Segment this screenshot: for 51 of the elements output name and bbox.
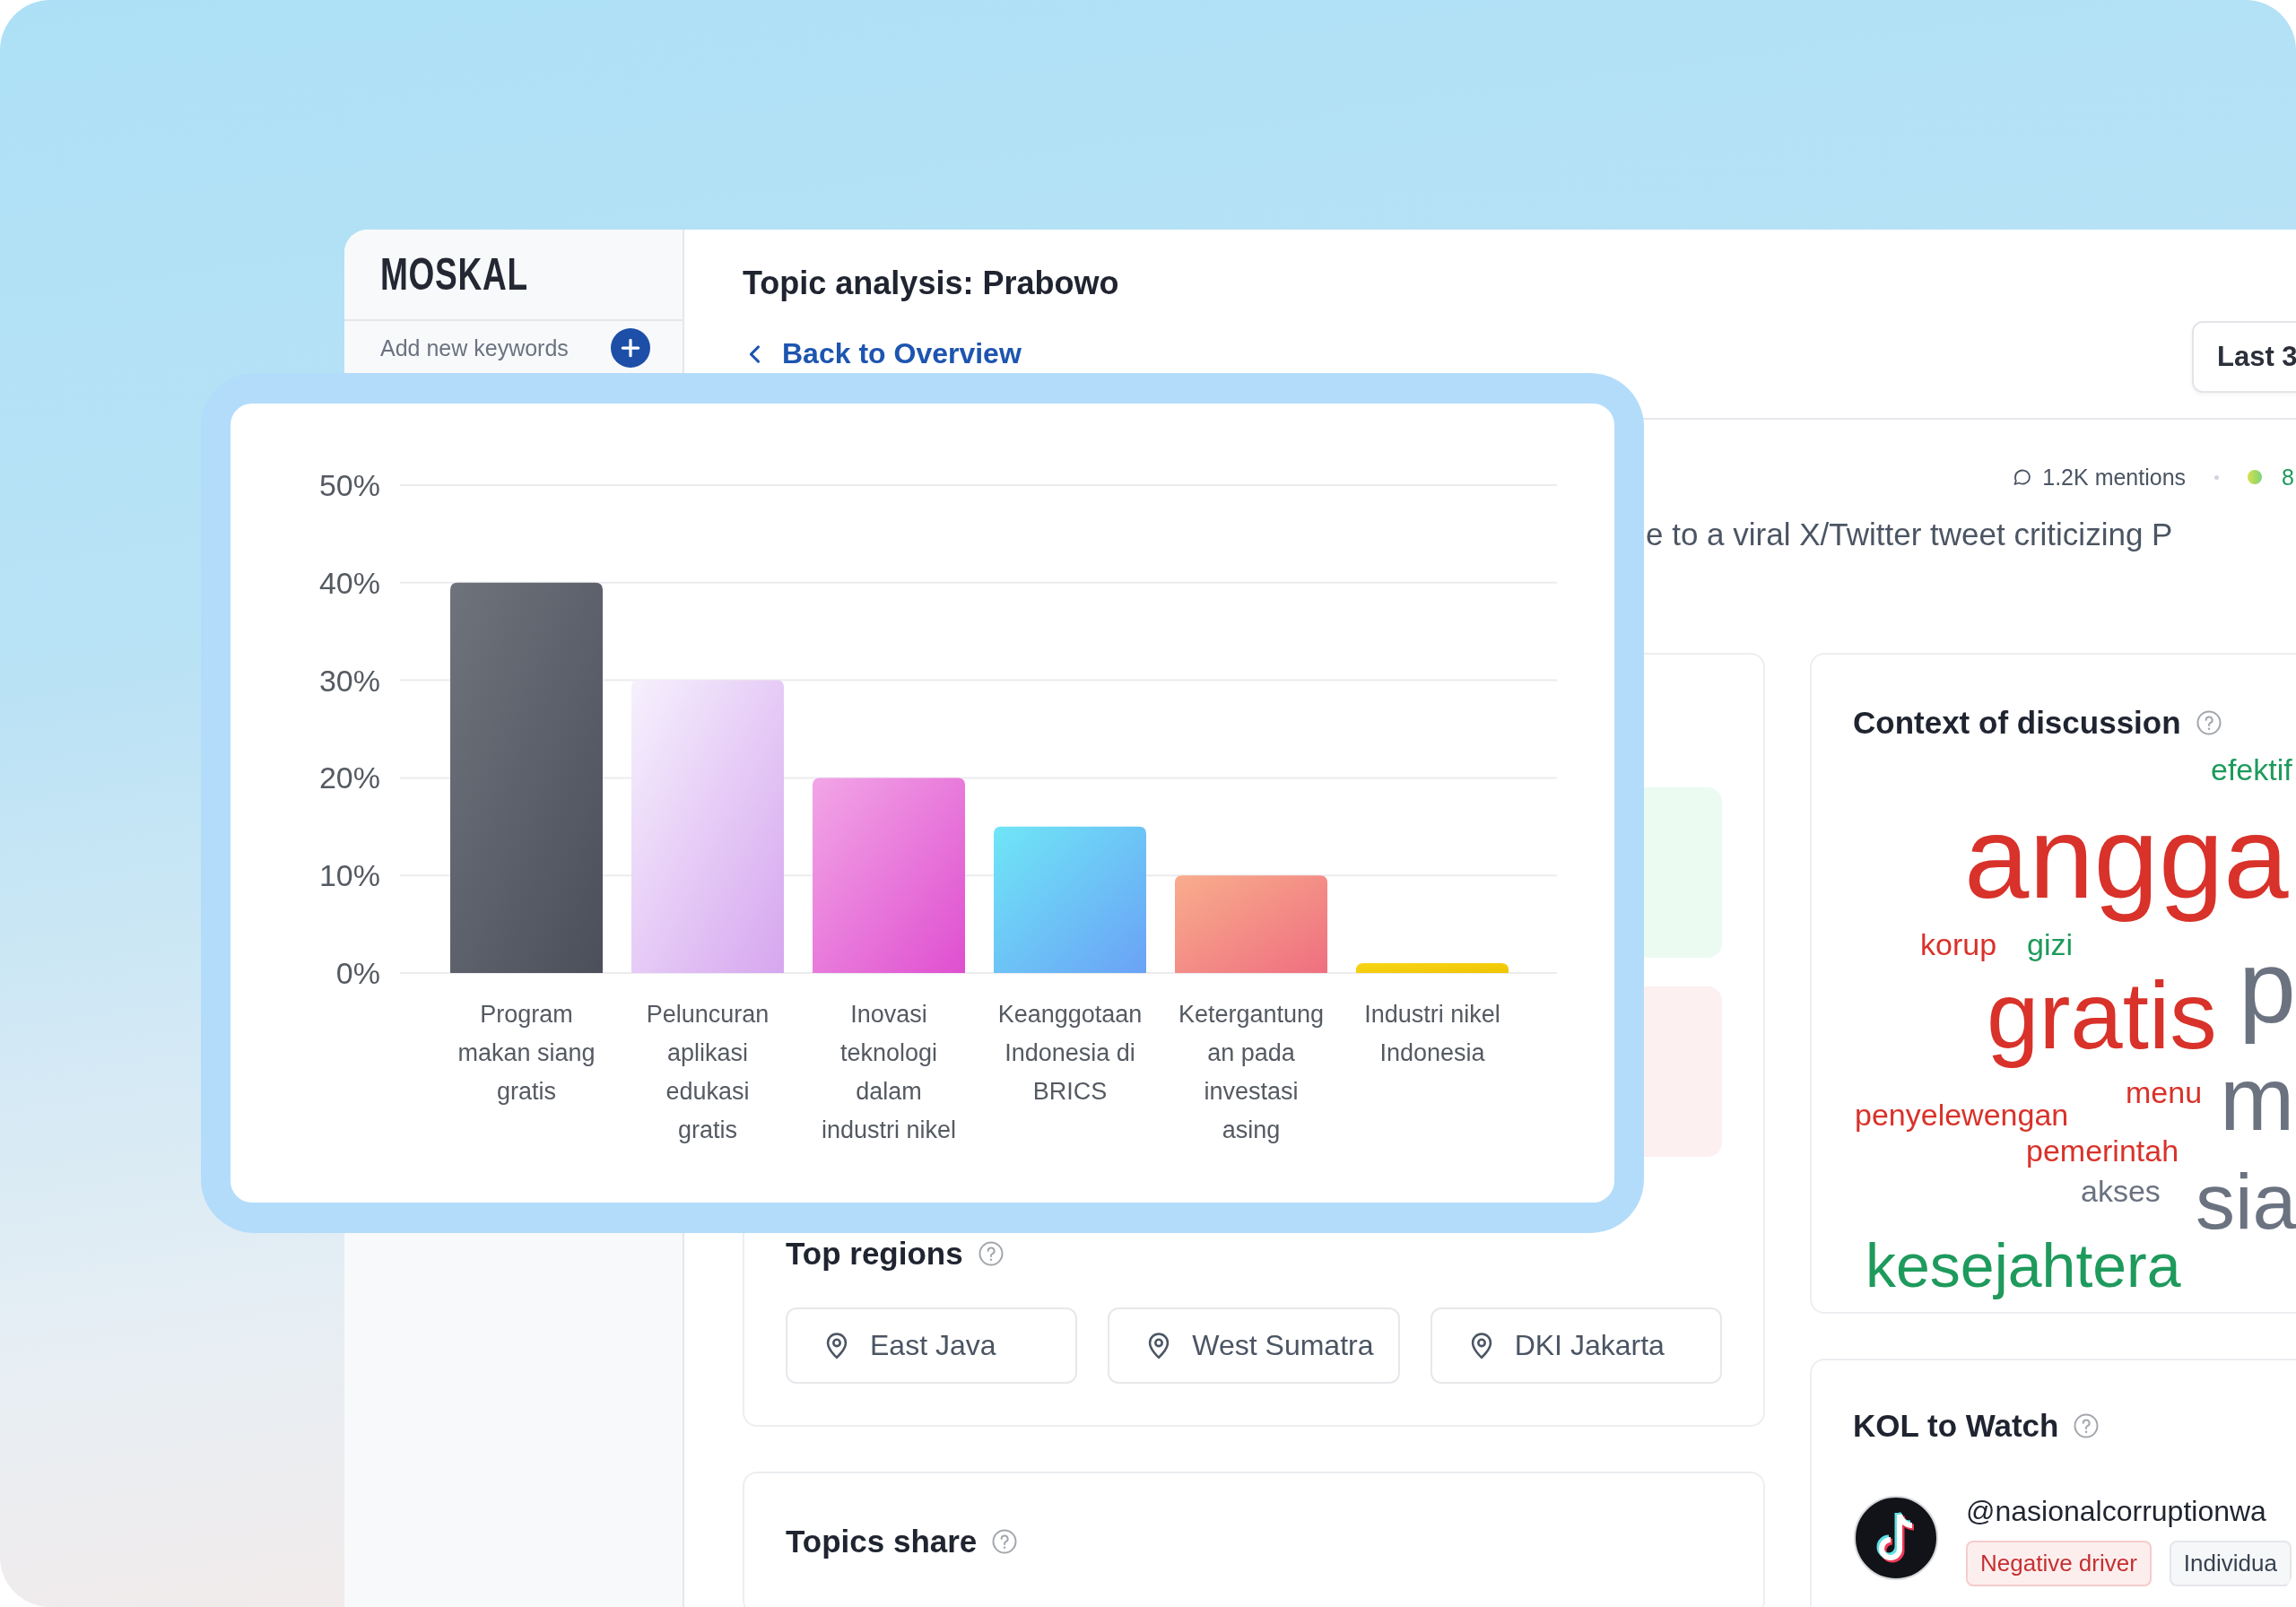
category-label: Peluncuran aplikasi edukasi gratis: [645, 1000, 770, 1145]
axis-label: 40%: [318, 565, 380, 600]
category-label: Program makan siang gratis: [457, 1000, 596, 1107]
cloud-word: p: [2239, 928, 2296, 1046]
cloud-word: efektif: [2211, 751, 2292, 787]
help-icon[interactable]: [977, 1240, 1004, 1267]
help-icon[interactable]: [2073, 1412, 2100, 1439]
category-label: Keanggotaan Indonesia di BRICS: [996, 1000, 1144, 1107]
axis-label: 20%: [318, 760, 380, 795]
category-label: Ketergantungan pada investasi asing: [1178, 1000, 1325, 1145]
cloud-word: m: [2220, 1047, 2295, 1151]
cloud-word: gizi: [2027, 926, 2074, 962]
region-name: West Sumatra: [1192, 1329, 1374, 1362]
sentiment-dot: [2248, 470, 2263, 484]
cloud-word: kesejahtera: [1866, 1230, 2181, 1301]
mentions-count: 1.2K mentions: [2042, 464, 2187, 491]
section-title: KOL to Watch: [1853, 1408, 2059, 1444]
category-label: Industri nikel Indonesia: [1363, 1000, 1501, 1068]
cloud-word: menu: [2126, 1074, 2203, 1110]
axis-label: 0%: [335, 956, 380, 990]
sentiment-value: 8: [2282, 464, 2294, 491]
tag: Individua: [2169, 1541, 2292, 1586]
music-note-avatar-icon: [1853, 1495, 1939, 1581]
page-title: Topic analysis: Prabowo: [743, 264, 1119, 303]
cloud-word: angga: [1964, 791, 2289, 925]
cloud-word: akses: [2081, 1173, 2161, 1209]
date-range-button[interactable]: Last 3: [2192, 321, 2296, 393]
region-name: East Java: [870, 1329, 996, 1362]
cloud-word: penyelewengan: [1855, 1097, 2069, 1133]
cloud-word: pemerintah: [2026, 1133, 2179, 1168]
back-link[interactable]: Back to Overview: [782, 337, 1022, 370]
add-button[interactable]: [611, 328, 650, 368]
logo: MOSKAL: [380, 248, 528, 300]
section-title: Context of discussion: [1853, 705, 2181, 741]
cloud-word: korup: [1920, 926, 1997, 962]
category-label: Inovasi teknologi dalam industri nikel: [820, 1000, 958, 1145]
cloud-word: gratis: [1987, 962, 2217, 1071]
help-icon[interactable]: [2195, 709, 2222, 736]
section-title: Top regions: [786, 1236, 963, 1272]
region-name: DKI Jakarta: [1514, 1329, 1665, 1362]
plus-icon: [619, 336, 642, 360]
tag: Negative driver: [1966, 1541, 2152, 1586]
account-handle[interactable]: @nasionalcorruptionwa: [1966, 1495, 2292, 1528]
separator-dot: [2214, 474, 2220, 480]
axis-label: 10%: [318, 858, 380, 893]
topic-description: e to a viral X/Twitter tweet criticizing P: [1645, 516, 2174, 553]
axis-label: 30%: [318, 663, 380, 698]
add-keywords-label: Add new keywords: [380, 334, 569, 361]
axis-label: 50%: [318, 468, 380, 502]
section-title: Topics share: [786, 1524, 978, 1559]
help-icon[interactable]: [991, 1528, 1019, 1555]
